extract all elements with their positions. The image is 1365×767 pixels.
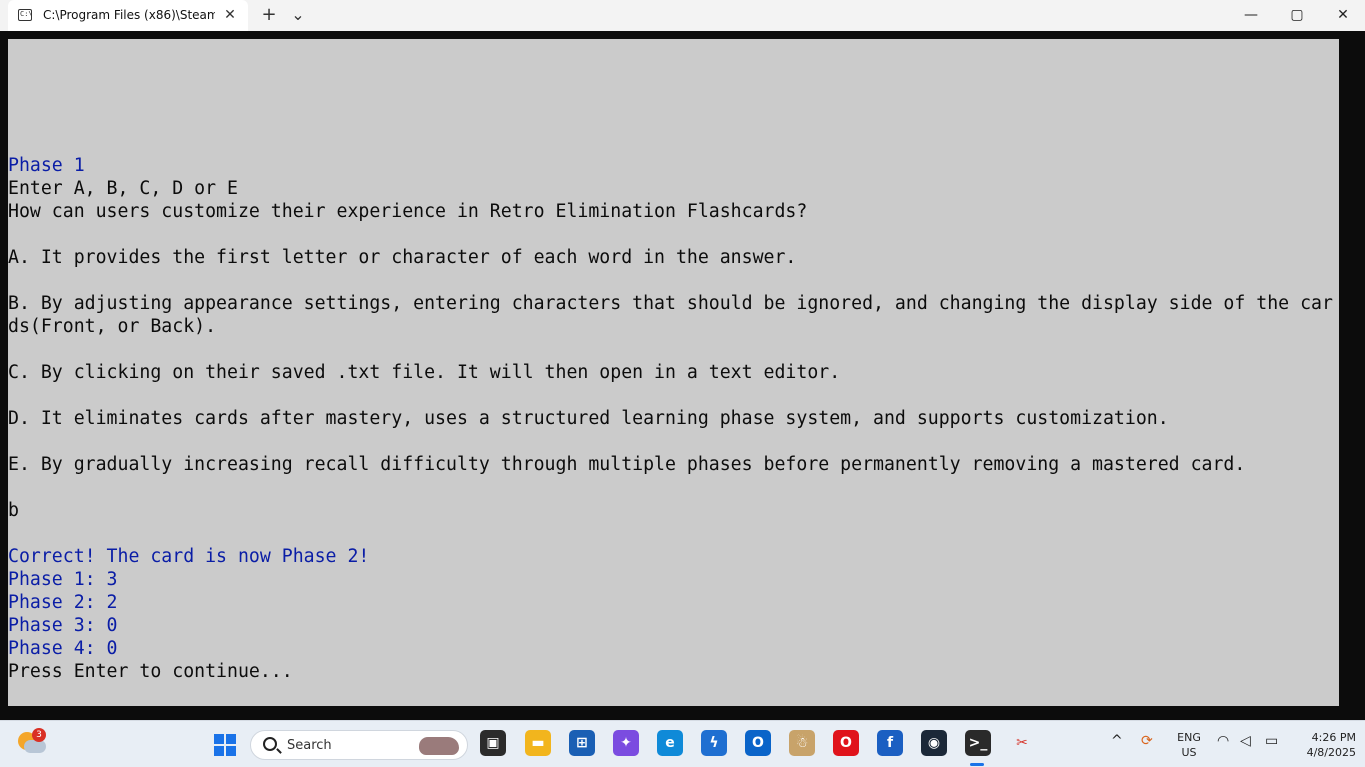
search-highlight-image (419, 737, 459, 755)
console-line: Enter A, B, C, D or E (8, 178, 238, 199)
maximize-button[interactable]: ▢ (1274, 0, 1320, 31)
cloud-icon (24, 740, 46, 753)
terminal-icon[interactable]: >_ (965, 730, 991, 756)
windows-logo-quad (214, 746, 224, 756)
tab-close-button[interactable]: ✕ (220, 5, 240, 25)
windows-logo-quad (226, 734, 236, 744)
taskbar-search-box[interactable]: Search (250, 730, 468, 760)
taskbar: 3 Search ▣ ▬ ⊞ ✦ e ϟ O ☃ Of ◉ >_ ✂ ^ ⟳ ENG US ◠ ◁ ▭… (0, 720, 1365, 767)
tab-dropdown-button[interactable]: ⌄ (288, 5, 308, 25)
app-ribbon-icon[interactable]: ϟ (701, 730, 727, 756)
search-icon (263, 737, 277, 751)
active-app-indicator (970, 763, 984, 766)
console-line: Correct! The card is now Phase 2! (8, 546, 370, 567)
console-line: Phase 4: 0 (8, 638, 118, 659)
minimize-button[interactable]: — (1228, 0, 1274, 31)
console-line: ds(Front, or Back). (8, 316, 217, 337)
wifi-icon[interactable]: ◠ (1217, 733, 1229, 749)
opera-icon[interactable]: O (833, 730, 859, 756)
terminal-tab-icon: C:\ (18, 9, 33, 21)
windows-logo-quad (226, 746, 236, 756)
microsoft-store-icon[interactable]: ⊞ (569, 730, 595, 756)
close-window-button[interactable]: ✕ (1320, 0, 1365, 31)
edge-icon[interactable]: e (657, 730, 683, 756)
console-line: C. By clicking on their saved .txt file.… (8, 362, 841, 383)
console-line: E. By gradually increasing recall diffic… (8, 454, 1246, 475)
language-code: ENG (1177, 731, 1201, 744)
system-clock[interactable]: 4:26 PM 4/8/2025 (1290, 730, 1356, 760)
console-text: Phase 1 Enter A, B, C, D or E How can user… (8, 154, 1333, 683)
battery-icon[interactable]: ▭ (1265, 733, 1278, 749)
snipping-tool-icon[interactable]: ✂ (1009, 730, 1035, 756)
notification-badge: 3 (32, 728, 46, 742)
terminal-tab[interactable]: C:\ C:\Program Files (x86)\Steam\ ✕ (8, 0, 248, 31)
console-line: Phase 1 (8, 155, 85, 176)
tray-overflow-chevron-icon[interactable]: ^ (1111, 733, 1123, 749)
facebook-icon[interactable]: f (877, 730, 903, 756)
new-tab-button[interactable]: + (258, 4, 280, 26)
clock-date: 4/8/2025 (1306, 746, 1356, 759)
search-label: Search (287, 738, 332, 753)
tab-title: C:\Program Files (x86)\Steam\ (43, 8, 215, 22)
steam-icon[interactable]: ◉ (921, 730, 947, 756)
console-line: Phase 3: 0 (8, 615, 118, 636)
clock-time: 4:26 PM (1311, 731, 1356, 744)
console-line: D. It eliminates cards after mastery, us… (8, 408, 1169, 429)
console-scrollbar[interactable] (1346, 39, 1356, 706)
task-view-icon[interactable]: ▣ (480, 730, 506, 756)
sync-icon[interactable]: ⟳ (1141, 733, 1153, 749)
console-line: Press Enter to continue... (8, 661, 293, 682)
windows-logo-quad (214, 734, 224, 744)
region-code: US (1181, 746, 1197, 759)
console-line: b (8, 500, 19, 521)
console-line: B. By adjusting appearance settings, ent… (8, 293, 1333, 314)
language-indicator[interactable]: ENG US (1175, 730, 1203, 760)
file-explorer-icon[interactable]: ▬ (525, 730, 551, 756)
console-output[interactable]: Phase 1 Enter A, B, C, D or E How can user… (8, 39, 1339, 706)
console-line: A. It provides the first letter or chara… (8, 247, 797, 268)
app-character-icon[interactable]: ☃ (789, 730, 815, 756)
volume-icon[interactable]: ◁ (1240, 733, 1251, 749)
copilot-icon[interactable]: ✦ (613, 730, 639, 756)
title-bar: C:\ C:\Program Files (x86)\Steam\ ✕ + ⌄ … (0, 0, 1365, 31)
console-line: Phase 1: 3 (8, 569, 118, 590)
console-line: How can users customize their experience… (8, 201, 808, 222)
console-line: Phase 2: 2 (8, 592, 118, 613)
outlook-new-icon[interactable]: O (745, 730, 771, 756)
start-button[interactable] (214, 734, 236, 756)
